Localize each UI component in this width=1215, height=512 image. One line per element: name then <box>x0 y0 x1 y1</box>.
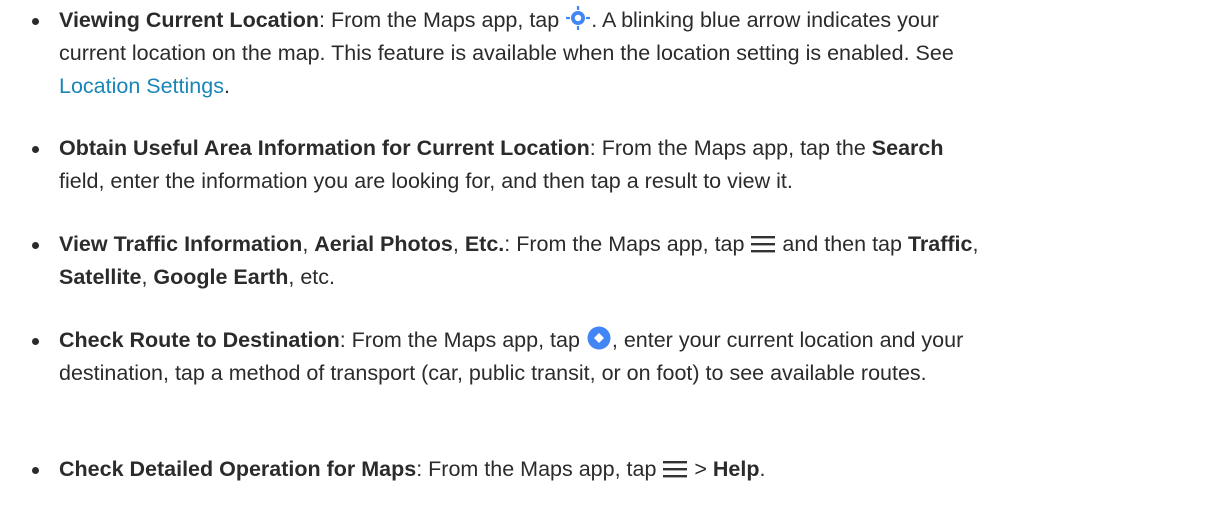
bullet <box>32 338 39 345</box>
item-title: Check Detailed Operation for Maps <box>59 457 417 481</box>
bullet <box>32 146 39 153</box>
item-title: Obtain Useful Area Information for Curre… <box>59 136 590 160</box>
my-location-icon <box>565 5 591 41</box>
menu-icon <box>750 232 776 265</box>
bullet <box>32 242 39 249</box>
directions-icon <box>586 325 612 361</box>
instruction-list: Viewing Current Location: From the Maps … <box>0 0 1215 512</box>
bullet <box>32 467 39 474</box>
location-settings-link[interactable]: Location Settings <box>59 74 224 98</box>
item-title: Check Route to Destination <box>59 328 340 352</box>
item-title: View Traffic Information <box>59 232 303 256</box>
menu-icon <box>662 457 688 490</box>
bullet <box>32 18 39 25</box>
item-title: Viewing Current Location <box>59 8 320 32</box>
